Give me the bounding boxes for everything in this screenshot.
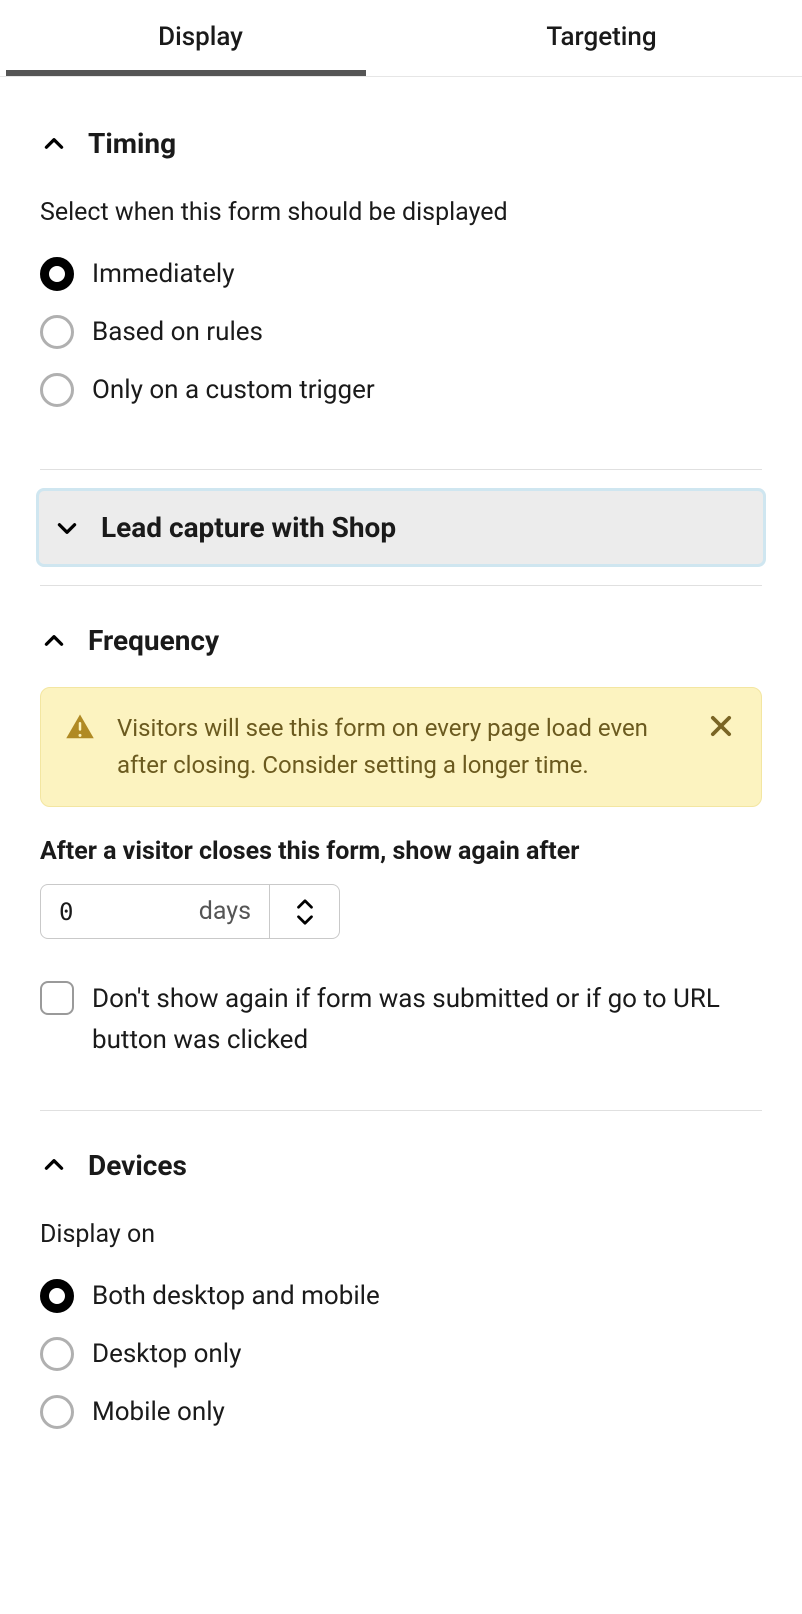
section-title: Lead capture with Shop [101, 511, 396, 544]
radio-icon [40, 315, 74, 349]
radio-icon [40, 373, 74, 407]
checkbox-label: Don't show again if form was submitted o… [92, 979, 762, 1060]
panel: Timing Select when this form should be d… [0, 77, 802, 1471]
section-frequency: Frequency Visitors will see this form on… [40, 586, 762, 1110]
section-title: Devices [88, 1149, 187, 1182]
section-devices: Devices Display on Both desktop and mobi… [40, 1111, 762, 1471]
devices-subtitle: Display on [40, 1220, 762, 1249]
tab-targeting[interactable]: Targeting [401, 0, 802, 76]
radio-both[interactable]: Both desktop and mobile [40, 1267, 762, 1325]
radio-icon [40, 1395, 74, 1429]
radio-icon [40, 257, 74, 291]
radio-immediately[interactable]: Immediately [40, 245, 762, 303]
section-header-lead-capture[interactable]: Lead capture with Shop [36, 488, 766, 567]
chevron-up-icon [40, 130, 68, 158]
days-unit: days [199, 897, 251, 926]
chevron-up-icon [40, 627, 68, 655]
days-input[interactable]: 0 days [40, 884, 270, 939]
chevron-down-icon [292, 913, 318, 927]
radio-label: Desktop only [92, 1339, 241, 1369]
radio-based-on-rules[interactable]: Based on rules [40, 303, 762, 361]
radio-desktop-only[interactable]: Desktop only [40, 1325, 762, 1383]
quantity-stepper[interactable] [270, 884, 340, 939]
dont-show-again-row[interactable]: Don't show again if form was submitted o… [40, 979, 762, 1060]
section-header-timing[interactable]: Timing [40, 117, 762, 170]
radio-label: Mobile only [92, 1397, 225, 1427]
section-title: Frequency [88, 624, 219, 657]
divider [40, 469, 762, 470]
radio-custom-trigger[interactable]: Only on a custom trigger [40, 361, 762, 419]
checkbox[interactable] [40, 981, 74, 1015]
radio-icon [40, 1279, 74, 1313]
section-header-devices[interactable]: Devices [40, 1139, 762, 1192]
chevron-up-icon [40, 1151, 68, 1179]
radio-label: Immediately [92, 259, 235, 289]
section-timing: Timing Select when this form should be d… [40, 77, 762, 469]
timing-radio-group: Immediately Based on rules Only on a cus… [40, 245, 762, 419]
radio-label: Based on rules [92, 317, 263, 347]
frequency-warning-alert: Visitors will see this form on every pag… [40, 687, 762, 807]
section-header-frequency[interactable]: Frequency [40, 614, 762, 667]
chevron-down-icon [53, 514, 81, 542]
chevron-up-icon [292, 897, 318, 911]
frequency-number-input: 0 days [40, 884, 762, 939]
radio-mobile-only[interactable]: Mobile only [40, 1383, 762, 1441]
warning-text: Visitors will see this form on every pag… [117, 710, 685, 784]
section-title: Timing [88, 127, 176, 160]
tabs: Display Targeting [0, 0, 802, 77]
close-icon[interactable] [707, 712, 737, 742]
radio-label: Only on a custom trigger [92, 375, 375, 405]
frequency-after-label: After a visitor closes this form, show a… [40, 837, 762, 866]
tab-display[interactable]: Display [0, 0, 401, 76]
radio-label: Both desktop and mobile [92, 1281, 380, 1311]
days-value: 0 [59, 898, 73, 926]
warning-icon [65, 712, 95, 742]
devices-radio-group: Both desktop and mobile Desktop only Mob… [40, 1267, 762, 1441]
radio-icon [40, 1337, 74, 1371]
timing-subtitle: Select when this form should be displaye… [40, 198, 762, 227]
